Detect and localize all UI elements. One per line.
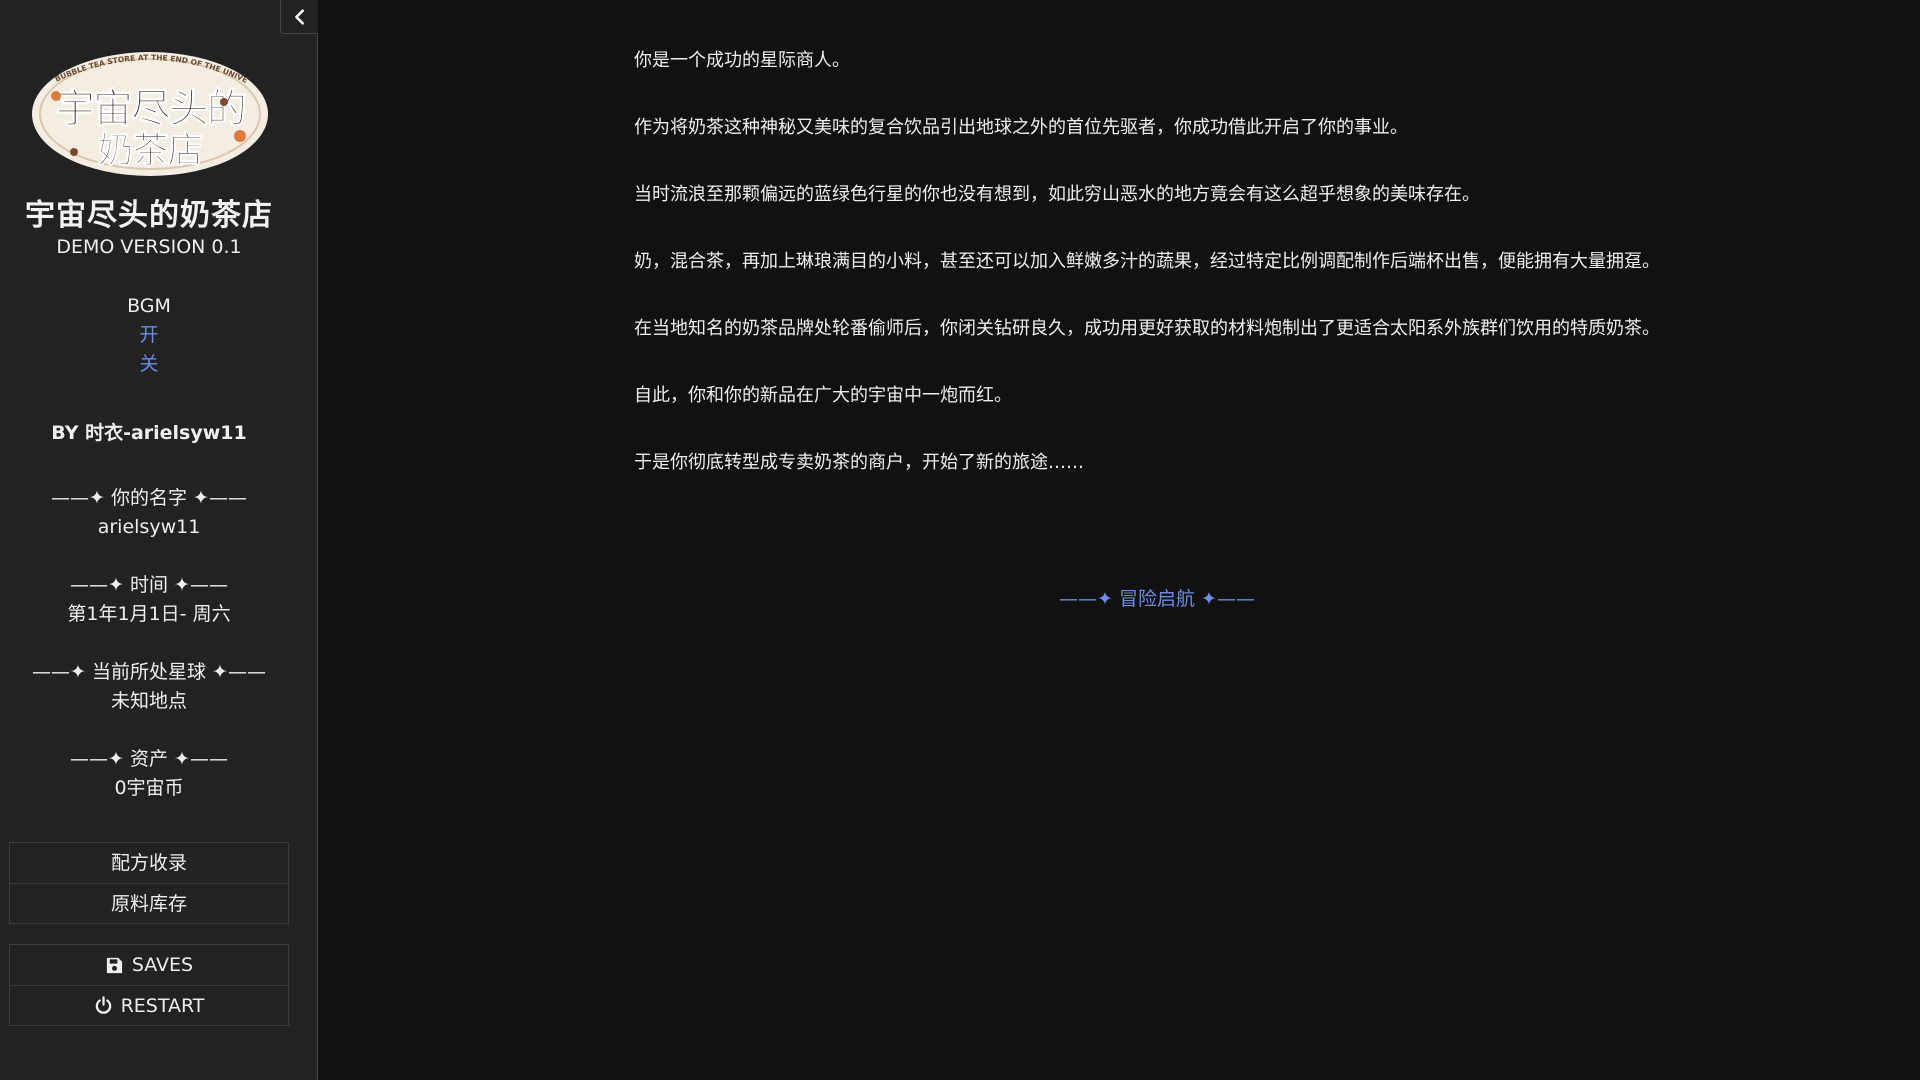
story-menu: 配方收录 原料库存 [9,842,289,924]
passage-paragraph: 作为将奶茶这种神秘又美味的复合饮品引出地球之外的首位先驱者，你成功借此开启了你的… [634,117,1408,138]
power-icon [95,996,111,1014]
svg-text:宇宙尽头的: 宇宙尽头的 [55,86,245,132]
story-app: THE BUBBLE TEA STORE AT THE END OF THE U… [0,0,1920,1080]
player-name-stat: ——✦ 你的名字 ✦—— arielsyw11 [0,484,298,542]
inventory-button[interactable]: 原料库存 [10,883,288,923]
current-planet-stat: ——✦ 当前所处星球 ✦—— 未知地点 [0,658,298,716]
saves-label: SAVES [131,954,194,976]
svg-text:奶茶店: 奶茶店 [97,130,202,171]
system-menu: SAVES RESTART [9,944,289,1026]
stat-value: 0宇宙币 [114,777,184,799]
passage-paragraph: 你是一个成功的星际商人。 [634,50,850,71]
restart-label: RESTART [120,994,205,1017]
story-passage: 你是一个成功的星际商人。 作为将奶茶这种神秘又美味的复合饮品引出地球之外的首位先… [634,44,1680,513]
bgm-controls: BGM 开 关 [0,292,298,379]
bgm-label: BGM [127,295,171,317]
stat-label: ——✦ 你的名字 ✦—— [51,487,247,509]
assets-stat: ——✦ 资产 ✦—— 0宇宙币 [0,745,298,803]
recipes-button[interactable]: 配方收录 [10,843,288,883]
passage-paragraph: 于是你彻底转型成专卖奶茶的商户，开始了新的旅途…… [634,452,1084,473]
restart-button[interactable]: RESTART [10,985,288,1025]
stat-label: ——✦ 资产 ✦—— [70,748,228,770]
author-credit: BY 时衣-arielsyw11 [51,422,247,444]
stat-value: 第1年1月1日- 周六 [67,603,231,625]
game-time-stat: ——✦ 时间 ✦—— 第1年1月1日- 周六 [0,571,298,629]
story-version: DEMO VERSION 0.1 [56,236,242,258]
bgm-off-link[interactable]: 关 [0,350,298,379]
story-title: 宇宙尽头的奶茶店 [25,198,273,233]
chevron-left-icon [294,8,304,25]
bgm-on-link[interactable]: 开 [0,321,298,350]
floppy-disk-icon [106,957,122,973]
stat-label: ——✦ 时间 ✦—— [70,574,228,596]
passage-paragraph: 当时流浪至那颗偏远的蓝绿色行星的你也没有想到，如此穷山恶水的地方竟会有这么超乎想… [634,184,1480,205]
saves-button[interactable]: SAVES [10,945,288,985]
stat-label: ——✦ 当前所处星球 ✦—— [32,661,266,683]
start-adventure-container: ——✦ 冒险启航 ✦—— [634,584,1680,611]
story-logo: THE BUBBLE TEA STORE AT THE END OF THE U… [28,40,268,176]
stat-value: arielsyw11 [97,516,201,538]
sidebar-collapse-button[interactable] [280,0,318,34]
stat-value: 未知地点 [110,690,187,712]
start-adventure-link[interactable]: ——✦ 冒险启航 ✦—— [1059,588,1255,610]
passage-paragraph: 在当地知名的奶茶品牌处轮番偷师后，你闭关钻研良久，成功用更好获取的材料炮制出了更… [634,318,1660,339]
sidebar: THE BUBBLE TEA STORE AT THE END OF THE U… [0,0,318,1080]
passage-paragraph: 自此，你和你的新品在广大的宇宙中一炮而红。 [634,385,1012,406]
passage-paragraph: 奶，混合茶，再加上琳琅满目的小料，甚至还可以加入鲜嫩多汁的蔬果，经过特定比例调配… [634,251,1660,272]
